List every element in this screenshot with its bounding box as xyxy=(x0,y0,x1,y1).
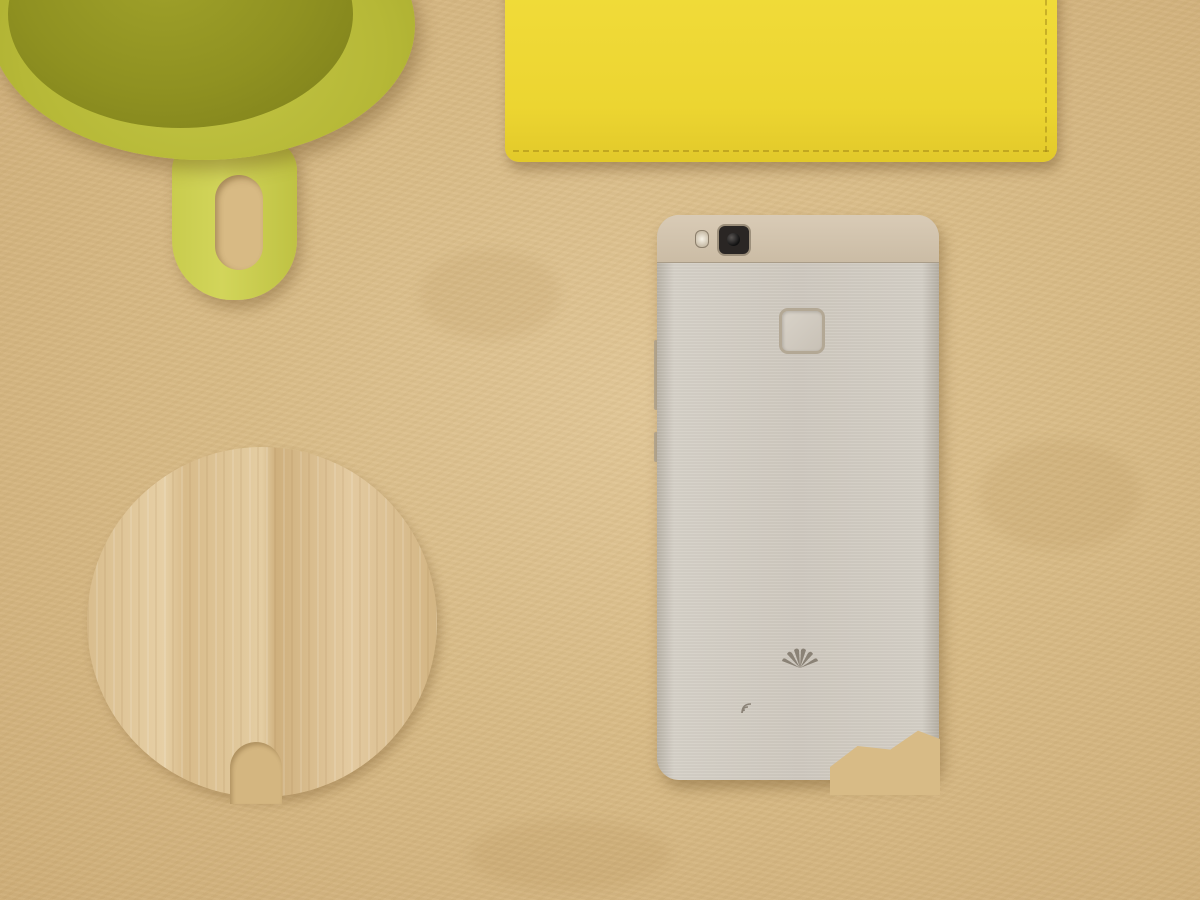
flash-icon xyxy=(695,230,709,248)
phone-icon xyxy=(657,215,939,780)
logo-icon xyxy=(782,648,818,668)
paper-stain xyxy=(420,250,560,340)
phone-brushed-finish xyxy=(657,215,939,780)
notebook-icon xyxy=(505,0,1057,162)
photo-scene xyxy=(0,0,1200,900)
phone-antenna-band xyxy=(657,215,939,263)
fingerprint-icon xyxy=(779,308,825,354)
notebook-stitching xyxy=(1045,0,1047,152)
notebook-stitching xyxy=(513,150,1049,152)
mug-handle-gap xyxy=(215,175,263,270)
camera-icon xyxy=(717,224,751,256)
paper-stain xyxy=(470,820,670,890)
coaster-notch xyxy=(230,742,282,804)
paper-stain xyxy=(980,440,1140,550)
nfc-icon xyxy=(741,703,752,714)
